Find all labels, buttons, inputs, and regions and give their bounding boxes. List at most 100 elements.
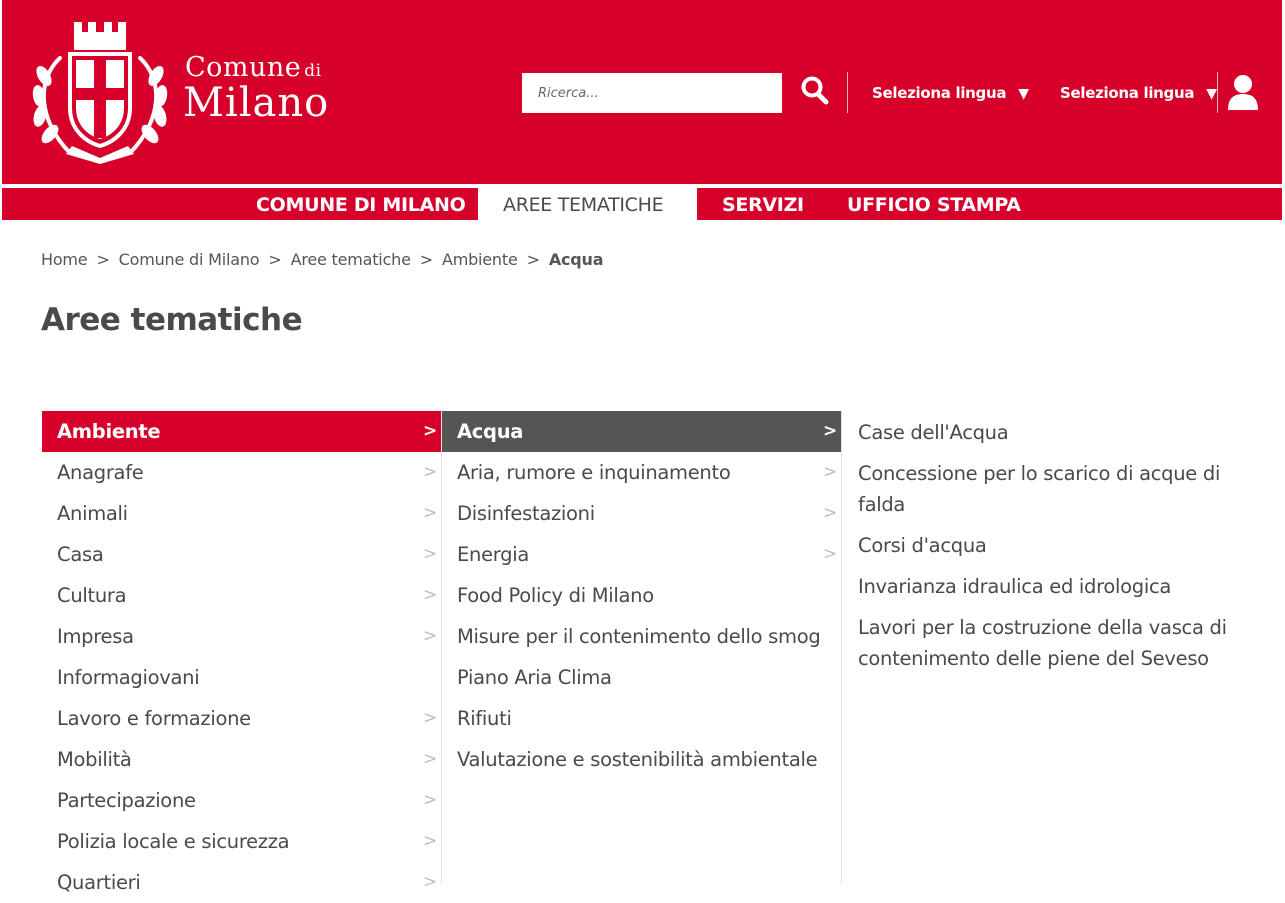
category-item-polizia-locale[interactable]: Polizia locale e sicurezza > — [42, 821, 441, 862]
category-item-anagrafe[interactable]: Anagrafe > — [42, 452, 441, 493]
chevron-right-icon: > — [823, 503, 837, 523]
topic-link-vasca-seveso[interactable]: Lavori per la costruzione della vasca di… — [842, 606, 1242, 678]
user-login-button[interactable] — [1227, 74, 1261, 112]
category-item-lavoro-e-formazione[interactable]: Lavoro e formazione > — [42, 698, 441, 739]
category-item-quartieri[interactable]: Quartieri > — [42, 862, 441, 903]
subcategory-item-label: Rifiuti — [457, 707, 512, 730]
subcategory-item-label: Disinfestazioni — [457, 502, 595, 525]
breadcrumb-separator: > — [526, 250, 540, 269]
topic-link-concessione-scarico[interactable]: Concessione per lo scarico di acque di f… — [842, 452, 1242, 524]
logo-text-di: di — [304, 61, 322, 81]
category-item-label: Quartieri — [57, 871, 141, 894]
subcategory-item-label: Misure per il contenimento dello smog — [457, 625, 821, 648]
category-item-informagiovani[interactable]: Informagiovani — [42, 657, 441, 698]
subcategory-item-label: Acqua — [457, 420, 524, 443]
subcategory-item-label: Energia — [457, 543, 529, 566]
chevron-right-icon: > — [823, 421, 837, 441]
chevron-right-icon: > — [423, 503, 437, 523]
chevron-right-icon: > — [423, 585, 437, 605]
chevron-right-icon: > — [423, 790, 437, 810]
chevron-right-icon: > — [423, 544, 437, 564]
chevron-right-icon: > — [423, 872, 437, 892]
subcategory-item-disinfestazioni[interactable]: Disinfestazioni > — [442, 493, 841, 534]
category-item-cultura[interactable]: Cultura > — [42, 575, 441, 616]
subcategory-item-rifiuti[interactable]: Rifiuti — [442, 698, 841, 739]
category-item-casa[interactable]: Casa > — [42, 534, 441, 575]
breadcrumb-separator: > — [96, 250, 110, 269]
chevron-right-icon: > — [423, 421, 437, 441]
nav-servizi[interactable]: SERVIZI — [697, 188, 829, 220]
category-item-label: Impresa — [57, 625, 134, 648]
language-select-1[interactable]: Seleziona lingua ▼ — [872, 84, 1029, 102]
topic-link-invarianza-idraulica[interactable]: Invarianza idraulica ed idrologica — [842, 565, 1242, 606]
language-select-1-label: Seleziona lingua — [872, 84, 1007, 102]
site-header: Comunedi Milano Seleziona lingua ▼ Selezi… — [2, 0, 1282, 184]
subcategory-item-label: Valutazione e sostenibilità ambientale — [457, 748, 818, 771]
breadcrumb-comune-di-milano[interactable]: Comune di Milano — [119, 250, 260, 269]
category-item-label: Polizia locale e sicurezza — [57, 830, 290, 853]
chevron-right-icon: > — [423, 626, 437, 646]
chevron-right-icon: > — [823, 462, 837, 482]
breadcrumb: Home > Comune di Milano > Aree tematiche > Amb… — [41, 250, 604, 269]
subcategory-item-energia[interactable]: Energia > — [442, 534, 841, 575]
subcategory-item-acqua[interactable]: Acqua > — [442, 411, 841, 452]
main-navigation: COMUNE DI MILANO AREE TEMATICHE SERVIZI … — [2, 188, 1282, 220]
breadcrumb-ambiente[interactable]: Ambiente — [442, 250, 518, 269]
chevron-right-icon: > — [823, 544, 837, 564]
logo-text-milano: Milano — [183, 80, 330, 126]
header-divider — [1217, 72, 1218, 113]
header-divider — [847, 72, 848, 113]
breadcrumb-home[interactable]: Home — [41, 250, 88, 269]
topic-link-corsi-acqua[interactable]: Corsi d'acqua — [842, 524, 1242, 565]
breadcrumb-current: Acqua — [548, 250, 604, 269]
subcategory-item-label: Food Policy di Milano — [457, 584, 654, 607]
category-item-mobilita[interactable]: Mobilità > — [42, 739, 441, 780]
category-item-label: Partecipazione — [57, 789, 196, 812]
comune-di-milano-logo[interactable]: Comune di Milano — [30, 18, 330, 164]
category-column: Ambiente > Anagrafe > Animali > Casa > Cultu… — [42, 411, 441, 903]
subcategory-item-food-policy[interactable]: Food Policy di Milano — [442, 575, 841, 616]
subcategory-item-aria-rumore[interactable]: Aria, rumore e inquinamento > — [442, 452, 841, 493]
nav-ufficio-stampa[interactable]: UFFICIO STAMPA — [822, 188, 1046, 220]
category-item-label: Animali — [57, 502, 128, 525]
category-item-label: Ambiente — [57, 420, 161, 443]
category-item-label: Cultura — [57, 584, 127, 607]
subcategory-item-label: Piano Aria Clima — [457, 666, 612, 689]
chevron-right-icon: > — [423, 831, 437, 851]
page-title: Aree tematiche — [41, 302, 303, 338]
category-item-label: Informagiovani — [57, 666, 200, 689]
chevron-right-icon: > — [423, 708, 437, 728]
category-item-impresa[interactable]: Impresa > — [42, 616, 441, 657]
category-item-label: Casa — [57, 543, 104, 566]
subcategory-column: Acqua > Aria, rumore e inquinamento > Disi… — [442, 411, 841, 780]
breadcrumb-aree-tematiche[interactable]: Aree tematiche — [291, 250, 411, 269]
chevron-right-icon: > — [423, 749, 437, 769]
category-item-ambiente[interactable]: Ambiente > — [42, 411, 441, 452]
logo-text-comune: Comune di — [185, 52, 322, 83]
caret-down-icon: ▼ — [1018, 86, 1029, 102]
topic-column: Case dell'Acqua Concessione per lo scari… — [842, 411, 1242, 678]
city-crest-icon — [32, 22, 168, 164]
category-item-label: Anagrafe — [57, 461, 144, 484]
subcategory-item-valutazione[interactable]: Valutazione e sostenibilità ambientale — [442, 739, 841, 780]
language-select-2[interactable]: Seleziona lingua ▼ — [1060, 84, 1217, 102]
category-item-label: Mobilità — [57, 748, 132, 771]
category-item-label: Lavoro e formazione — [57, 707, 251, 730]
search-icon — [801, 76, 829, 105]
subcategory-item-misure-smog[interactable]: Misure per il contenimento dello smog — [442, 616, 841, 657]
nav-comune-di-milano[interactable]: COMUNE DI MILANO — [231, 188, 490, 220]
user-icon — [1228, 75, 1258, 110]
category-item-animali[interactable]: Animali > — [42, 493, 441, 534]
search-input[interactable] — [522, 73, 782, 113]
subcategory-item-piano-aria-clima[interactable]: Piano Aria Clima — [442, 657, 841, 698]
breadcrumb-separator: > — [419, 250, 433, 269]
topic-link-case-acqua[interactable]: Case dell'Acqua — [842, 411, 1242, 452]
caret-down-icon: ▼ — [1206, 86, 1217, 102]
chevron-right-icon: > — [423, 462, 437, 482]
nav-aree-tematiche[interactable]: AREE TEMATICHE — [478, 188, 697, 220]
search-button[interactable] — [800, 74, 836, 112]
breadcrumb-separator: > — [268, 250, 282, 269]
language-select-2-label: Seleziona lingua — [1060, 84, 1195, 102]
subcategory-item-label: Aria, rumore e inquinamento — [457, 461, 731, 484]
category-item-partecipazione[interactable]: Partecipazione > — [42, 780, 441, 821]
